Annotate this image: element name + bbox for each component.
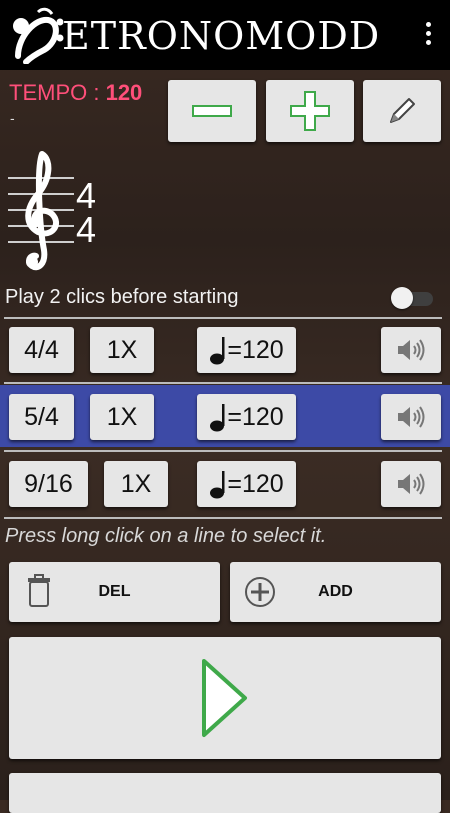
stop-button[interactable] [9,773,441,813]
row-tempo-value: =120 [227,469,284,498]
row-tempo-value: =120 [227,335,284,364]
row-signature-button[interactable]: 4/4 [9,327,74,373]
speaker-icon [398,339,425,361]
sequence-row[interactable]: 9/16 1X =120 [0,452,450,514]
preclick-toggle[interactable] [391,287,435,309]
speaker-icon [398,473,425,495]
row-multiplier-button[interactable]: 1X [90,394,154,440]
row-sound-button[interactable] [381,461,441,507]
row-sound-button[interactable] [381,394,441,440]
row-tempo-button[interactable]: =120 [197,461,296,507]
sequence-row[interactable]: 4/4 1X =120 [0,318,450,380]
pencil-icon [390,98,415,123]
minus-icon [192,105,232,117]
add-row-button[interactable]: ADD [230,562,441,622]
add-label: ADD [318,583,353,600]
row-tempo-button[interactable]: =120 [197,394,296,440]
quarter-note-icon [210,337,225,365]
overflow-menu-icon[interactable] [424,22,432,48]
app-bar: ETRONOMODD [0,0,450,70]
row-multiplier-button[interactable]: 1X [104,461,168,507]
time-signature-bottom: 4 [76,209,96,250]
row-multiplier-button[interactable]: 1X [90,327,154,373]
row-signature-button[interactable]: 9/16 [9,461,88,507]
play-button[interactable] [9,637,441,759]
app-title: ETRONOMODD [62,14,381,58]
increase-tempo-button[interactable] [266,80,354,142]
quarter-note-icon [210,404,225,432]
delete-label: DEL [98,583,131,600]
speaker-icon [398,406,425,428]
divider [4,382,442,384]
edit-tempo-button[interactable] [363,80,441,142]
time-signature-staff: 4 4 [8,151,96,271]
quarter-note-icon [210,471,225,499]
sequence-row-selected[interactable]: 5/4 1X =120 [0,385,450,447]
plus-icon [290,91,330,131]
hint-text: Press long click on a line to select it. [5,525,327,547]
tempo-label: TEMPO : 120 [9,80,142,106]
delete-row-button[interactable]: DEL [9,562,220,622]
tempo-sub-label: - [10,110,15,126]
trash-icon [28,574,50,607]
preclick-label: Play 2 clics before starting [5,286,239,308]
row-sound-button[interactable] [381,327,441,373]
tempo-value: 120 [105,80,143,105]
row-tempo-value: =120 [227,402,284,431]
divider [4,517,442,519]
tempo-caption: TEMPO : [9,80,100,105]
row-tempo-button[interactable]: =120 [197,327,296,373]
add-circle-icon [245,577,275,607]
bass-clef-logo-icon [13,7,64,64]
row-signature-button[interactable]: 5/4 [9,394,74,440]
play-icon [202,659,247,737]
decrease-tempo-button[interactable] [168,80,256,142]
